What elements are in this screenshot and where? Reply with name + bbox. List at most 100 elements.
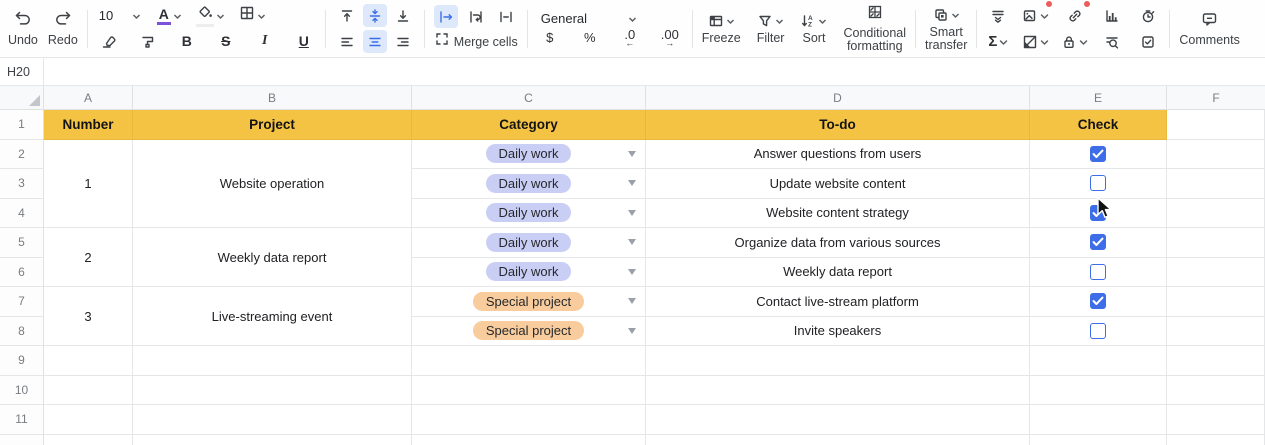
empty-cell[interactable] bbox=[412, 434, 646, 445]
todo-cell[interactable]: Update website content bbox=[646, 169, 1030, 199]
number-format-dropdown[interactable]: General bbox=[537, 11, 641, 26]
row-number[interactable]: 4 bbox=[0, 198, 44, 228]
empty-cell[interactable] bbox=[646, 375, 1030, 405]
valign-bottom-button[interactable] bbox=[391, 4, 415, 27]
row-number[interactable]: 2 bbox=[0, 139, 44, 169]
italic-button[interactable]: I bbox=[253, 30, 277, 53]
check-cell[interactable] bbox=[1030, 287, 1167, 317]
empty-cell[interactable] bbox=[646, 405, 1030, 435]
empty-cell[interactable] bbox=[1167, 110, 1265, 140]
insert-image-button[interactable] bbox=[1022, 1, 1053, 27]
checkbox[interactable] bbox=[1090, 145, 1106, 162]
dropdown-arrow-icon[interactable] bbox=[628, 239, 636, 246]
text-clip-button[interactable] bbox=[494, 5, 518, 28]
empty-cell[interactable] bbox=[44, 346, 133, 376]
fill-color-button[interactable] bbox=[195, 5, 225, 27]
halign-left-button[interactable] bbox=[335, 30, 359, 53]
formula-input[interactable] bbox=[44, 58, 1265, 85]
column-header-b[interactable]: B bbox=[133, 86, 412, 110]
dropdown-arrow-icon[interactable] bbox=[628, 298, 636, 305]
row-number[interactable]: 9 bbox=[0, 346, 44, 376]
merged-number-cell[interactable]: 1 bbox=[44, 139, 133, 228]
empty-cell[interactable] bbox=[1030, 405, 1167, 435]
check-cell[interactable] bbox=[1030, 228, 1167, 258]
format-painter-icon[interactable] bbox=[136, 30, 160, 53]
select-all-corner[interactable] bbox=[0, 86, 44, 110]
merged-number-cell[interactable]: 2 bbox=[44, 228, 133, 287]
bold-button[interactable]: B bbox=[175, 30, 199, 53]
halign-right-button[interactable] bbox=[391, 30, 415, 53]
checkbox[interactable] bbox=[1090, 204, 1106, 221]
empty-cell[interactable] bbox=[1030, 346, 1167, 376]
autosum-button[interactable]: Σ bbox=[986, 30, 1010, 53]
increase-decimal-button[interactable]: .00 → bbox=[657, 28, 683, 48]
empty-cell[interactable] bbox=[133, 346, 412, 376]
category-cell[interactable]: Daily work bbox=[412, 228, 646, 258]
redo-button[interactable]: Redo bbox=[48, 11, 78, 47]
protect-sheet-button[interactable] bbox=[1061, 30, 1088, 53]
valign-middle-button[interactable] bbox=[362, 4, 387, 27]
category-pill[interactable]: Daily work bbox=[485, 173, 572, 193]
category-cell[interactable]: Daily work bbox=[412, 139, 646, 169]
empty-cell[interactable] bbox=[1167, 316, 1265, 346]
row-number[interactable] bbox=[0, 434, 44, 445]
check-cell[interactable] bbox=[1030, 169, 1167, 199]
merged-project-cell[interactable]: Website operation bbox=[133, 139, 412, 228]
dropdown-arrow-icon[interactable] bbox=[628, 268, 636, 275]
check-cell[interactable] bbox=[1030, 139, 1167, 169]
todo-cell[interactable]: Contact live-stream platform bbox=[646, 287, 1030, 317]
empty-cell[interactable] bbox=[646, 434, 1030, 445]
percent-format-button[interactable]: % bbox=[577, 31, 603, 44]
header-cell-project[interactable]: Project bbox=[133, 110, 412, 140]
conditional-formatting-button[interactable]: Conditional formatting bbox=[843, 4, 906, 53]
empty-cell[interactable] bbox=[133, 405, 412, 435]
underline-button[interactable]: U bbox=[292, 30, 316, 53]
undo-button[interactable]: Undo bbox=[8, 11, 38, 47]
column-header-a[interactable]: A bbox=[44, 86, 133, 110]
column-header-e[interactable]: E bbox=[1030, 86, 1167, 110]
column-header-d[interactable]: D bbox=[646, 86, 1030, 110]
check-cell[interactable] bbox=[1030, 316, 1167, 346]
empty-cell[interactable] bbox=[1167, 434, 1265, 445]
valign-top-button[interactable] bbox=[335, 4, 359, 27]
comments-button[interactable]: Comments bbox=[1179, 11, 1240, 47]
insert-checkbox-button[interactable] bbox=[1136, 30, 1160, 53]
header-cell-check[interactable]: Check bbox=[1030, 110, 1167, 140]
merged-project-cell[interactable]: Live-streaming event bbox=[133, 287, 412, 346]
empty-cell[interactable] bbox=[1167, 346, 1265, 376]
column-header-c[interactable]: C bbox=[412, 86, 646, 110]
row-number[interactable]: 8 bbox=[0, 316, 44, 346]
merged-project-cell[interactable]: Weekly data report bbox=[133, 228, 412, 287]
category-cell[interactable]: Daily work bbox=[412, 169, 646, 199]
category-cell[interactable]: Daily work bbox=[412, 198, 646, 228]
todo-cell[interactable]: Organize data from various sources bbox=[646, 228, 1030, 258]
row-number[interactable]: 1 bbox=[0, 110, 44, 140]
dropdown-arrow-icon[interactable] bbox=[628, 209, 636, 216]
empty-cell[interactable] bbox=[44, 434, 133, 445]
empty-cell[interactable] bbox=[1030, 375, 1167, 405]
text-overflow-button[interactable] bbox=[433, 5, 458, 28]
empty-cell[interactable] bbox=[412, 346, 646, 376]
checkbox[interactable] bbox=[1090, 175, 1106, 192]
header-cell-number[interactable]: Number bbox=[44, 110, 133, 140]
checkbox[interactable] bbox=[1090, 234, 1106, 251]
freeze-button[interactable]: Freeze bbox=[702, 12, 741, 45]
name-box[interactable]: H20 bbox=[0, 58, 44, 85]
check-cell[interactable] bbox=[1030, 257, 1167, 287]
row-number[interactable]: 5 bbox=[0, 228, 44, 258]
sort-button[interactable]: AZ Sort bbox=[800, 12, 827, 45]
row-number[interactable]: 3 bbox=[0, 169, 44, 199]
clear-format-icon[interactable] bbox=[97, 30, 121, 53]
row-number[interactable]: 6 bbox=[0, 257, 44, 287]
merge-cells-button[interactable]: Merge cells bbox=[434, 31, 518, 52]
cell-image-button[interactable] bbox=[1022, 30, 1049, 53]
dropdown-arrow-icon[interactable] bbox=[628, 180, 636, 187]
category-pill[interactable]: Daily work bbox=[485, 203, 572, 223]
reminder-button[interactable] bbox=[1136, 4, 1160, 27]
strikethrough-button[interactable]: S bbox=[214, 30, 238, 53]
header-cell-category[interactable]: Category bbox=[412, 110, 646, 140]
empty-cell[interactable] bbox=[1167, 198, 1265, 228]
dropdown-arrow-icon[interactable] bbox=[628, 150, 636, 157]
todo-cell[interactable]: Website content strategy bbox=[646, 198, 1030, 228]
empty-cell[interactable] bbox=[44, 405, 133, 435]
